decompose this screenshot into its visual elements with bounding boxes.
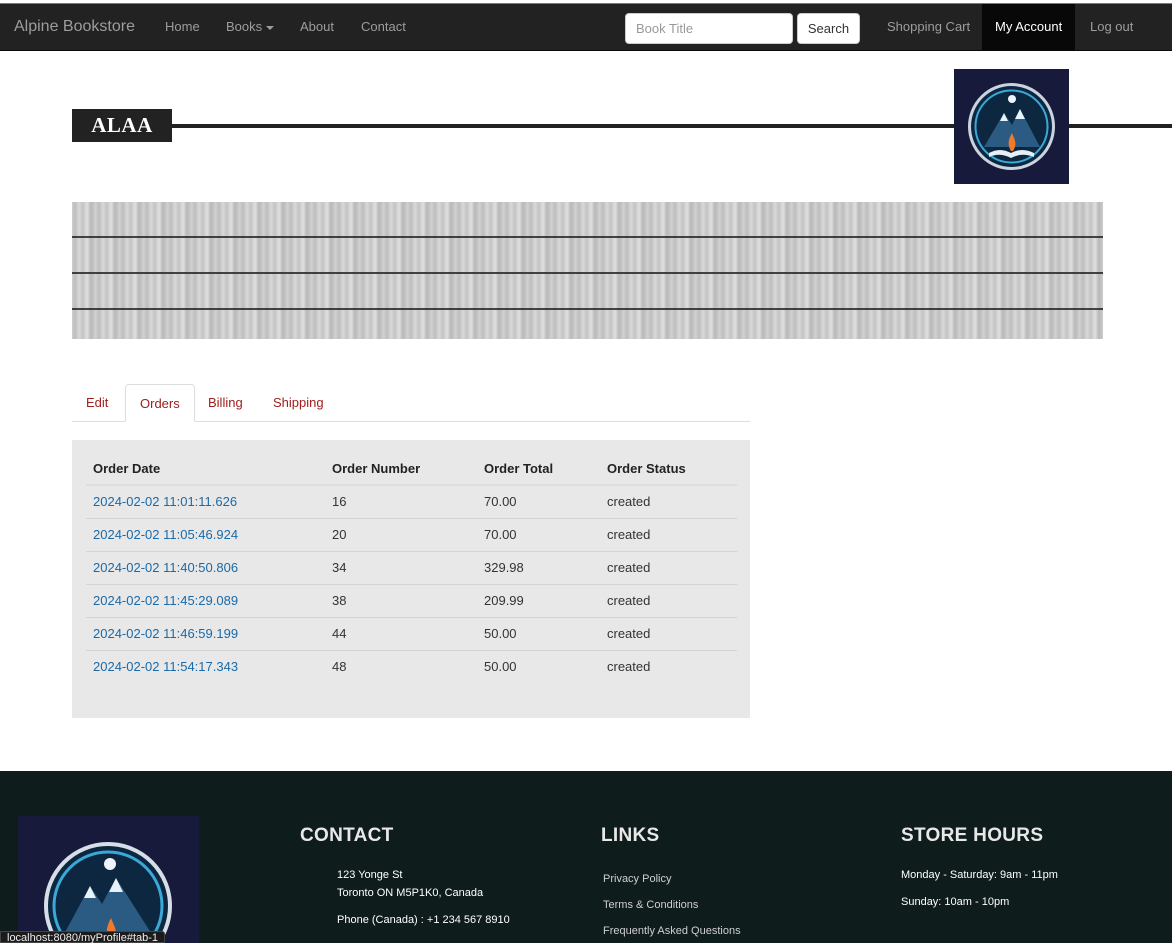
order-total: 70.00 [477, 517, 600, 551]
order-status: created [600, 484, 737, 518]
order-number: 38 [325, 583, 477, 617]
order-status: created [600, 583, 737, 617]
profile-username-title: ALAA [72, 109, 172, 142]
footer-terms-link[interactable]: Terms & Conditions [603, 899, 698, 911]
table-row: 2024-02-02 11:05:46.924 20 70.00 created [86, 517, 737, 551]
order-status: created [600, 649, 737, 683]
order-status: created [600, 517, 737, 551]
profile-tabs: Edit Orders Billing Shipping [72, 384, 750, 422]
orders-table: Order Date Order Number Order Total Orde… [86, 452, 737, 683]
footer-hours-sunday: Sunday: 10am - 10pm [901, 896, 1010, 908]
footer-links-heading: LINKS [601, 825, 660, 846]
footer-phone: Phone (Canada) : +1 234 567 8910 [337, 914, 510, 926]
nav-books-dropdown[interactable]: Books [226, 4, 275, 51]
tab-orders[interactable]: Orders [125, 384, 195, 422]
footer-hours-weekdays: Monday - Saturday: 9am - 11pm [901, 869, 1058, 881]
site-footer: CONTACT 123 Yonge St Toronto ON M5P1K0, … [0, 771, 1172, 943]
order-total: 329.98 [477, 550, 600, 584]
order-total: 70.00 [477, 484, 600, 518]
table-row: 2024-02-02 11:40:50.806 34 329.98 create… [86, 550, 737, 584]
orders-panel: Order Date Order Number Order Total Orde… [72, 440, 750, 718]
table-row: 2024-02-02 11:45:29.089 38 209.99 create… [86, 583, 737, 617]
order-date-link[interactable]: 2024-02-02 11:05:46.924 [86, 517, 325, 551]
book-title-search-input[interactable] [625, 13, 793, 44]
order-number: 44 [325, 616, 477, 650]
nav-contact-link[interactable]: Contact [361, 4, 406, 51]
top-navbar: Alpine Bookstore Home Books About Contac… [0, 3, 1172, 51]
order-date-link[interactable]: 2024-02-02 11:40:50.806 [86, 550, 325, 584]
footer-privacy-policy-link[interactable]: Privacy Policy [603, 873, 671, 885]
brand-link[interactable]: Alpine Bookstore [14, 4, 135, 51]
order-number: 34 [325, 550, 477, 584]
nav-books-label: Books [226, 19, 263, 34]
order-status: created [600, 550, 737, 584]
tab-billing[interactable]: Billing [194, 384, 257, 422]
wood-banner-image [72, 202, 1103, 339]
search-button[interactable]: Search [797, 13, 860, 44]
column-header-order-number: Order Number [325, 452, 477, 486]
footer-hours-heading: STORE HOURS [901, 825, 1044, 846]
footer-contact-heading: CONTACT [300, 825, 394, 846]
footer-logo-image [18, 816, 199, 943]
mountain-book-logo-icon [968, 83, 1055, 170]
order-total: 50.00 [477, 649, 600, 683]
order-number: 16 [325, 484, 477, 518]
tab-edit[interactable]: Edit [72, 384, 122, 422]
order-number: 20 [325, 517, 477, 551]
order-date-link[interactable]: 2024-02-02 11:46:59.199 [86, 616, 325, 650]
column-header-order-total: Order Total [477, 452, 600, 486]
order-number: 48 [325, 649, 477, 683]
order-date-link[interactable]: 2024-02-02 11:45:29.089 [86, 583, 325, 617]
column-header-order-status: Order Status [600, 452, 737, 486]
shopping-cart-link[interactable]: Shopping Cart [887, 4, 970, 51]
order-total: 209.99 [477, 583, 600, 617]
column-header-order-date: Order Date [86, 452, 325, 486]
my-account-link[interactable]: My Account [982, 4, 1076, 51]
table-row: 2024-02-02 11:54:17.343 48 50.00 created [86, 649, 737, 683]
order-status: created [600, 616, 737, 650]
footer-faq-link[interactable]: Frequently Asked Questions [603, 925, 741, 937]
mountain-book-logo-icon [44, 842, 172, 943]
tab-shipping[interactable]: Shipping [259, 384, 338, 422]
footer-address-line1: 123 Yonge St [337, 869, 403, 881]
log-out-link[interactable]: Log out [1090, 4, 1133, 51]
caret-down-icon [266, 25, 275, 30]
footer-address-line2: Toronto ON M5P1K0, Canada [337, 887, 484, 899]
table-row: 2024-02-02 11:46:59.199 44 50.00 created [86, 616, 737, 650]
orders-header-row: Order Date Order Number Order Total Orde… [86, 452, 737, 486]
store-logo-image [954, 69, 1069, 184]
order-total: 50.00 [477, 616, 600, 650]
nav-home-link[interactable]: Home [165, 4, 200, 51]
nav-about-link[interactable]: About [300, 4, 334, 51]
order-date-link[interactable]: 2024-02-02 11:01:11.626 [86, 484, 325, 518]
order-date-link[interactable]: 2024-02-02 11:54:17.343 [86, 649, 325, 683]
browser-status-bar-url: localhost:8080/myProfile#tab-1 [0, 931, 166, 943]
table-row: 2024-02-02 11:01:11.626 16 70.00 created [86, 484, 737, 518]
